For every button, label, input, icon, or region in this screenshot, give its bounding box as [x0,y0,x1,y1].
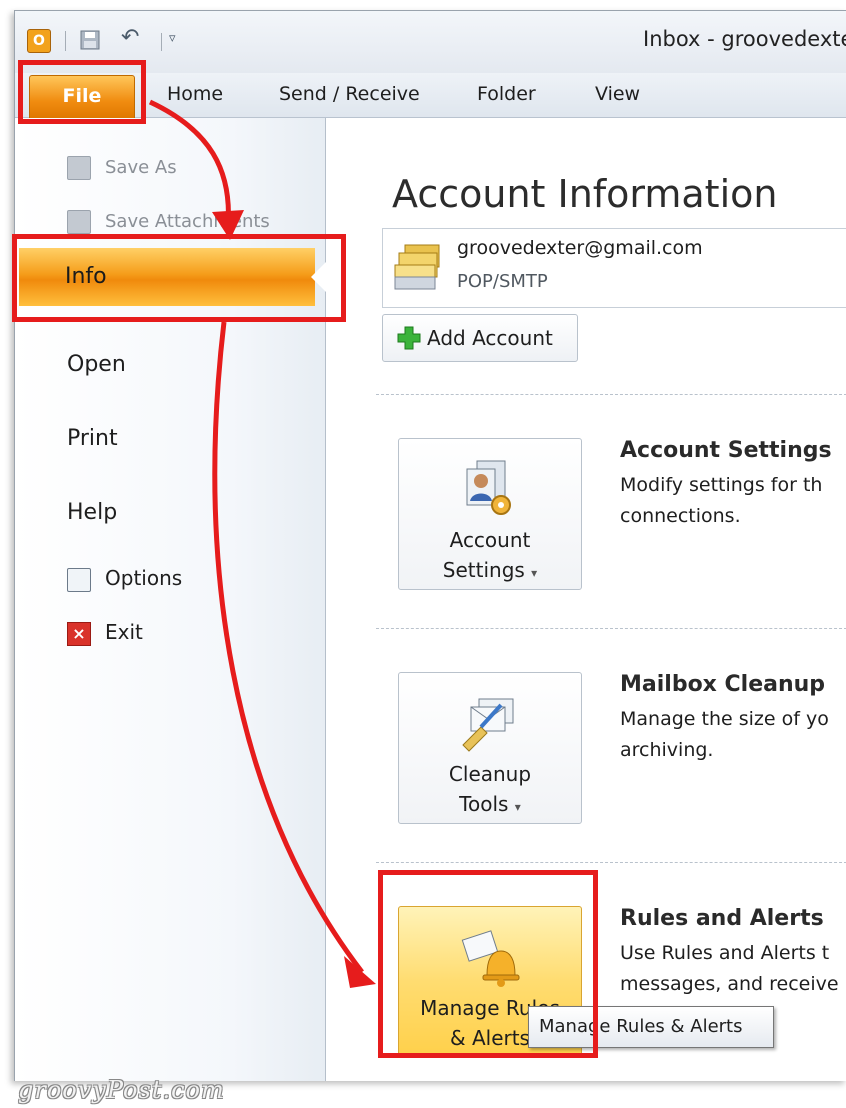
save-as-item[interactable]: Save As [67,156,177,180]
tab-home[interactable]: Home [167,83,223,105]
mailbox-cleanup-desc-1: Manage the size of yo [620,708,829,730]
mailbox-cleanup-title: Mailbox Cleanup [620,672,826,697]
rules-alerts-desc-1: Use Rules and Alerts t [620,942,830,964]
account-settings-button-label: Account Settings ▾ [442,528,538,582]
nav-options[interactable]: Options [67,566,182,592]
section-divider [376,862,846,863]
window-title: Inbox - groovedexter@gmail [643,27,846,51]
mailbox-cleanup-desc-2: archiving. [620,739,714,761]
cleanup-broom-icon [462,698,514,752]
watermark: groovyPost.com [18,1076,225,1104]
plus-icon [397,326,421,350]
rules-alerts-title: Rules and Alerts [620,906,824,931]
section-divider [376,628,846,629]
nav-info[interactable]: Info [19,248,315,306]
nav-print[interactable]: Print [67,426,118,451]
account-selector[interactable]: groovedexter@gmail.com POP/SMTP [382,228,846,308]
save-attachments-item[interactable]: Save Attachments [67,210,270,234]
title-bar: O ↶ ▿ Inbox - groovedexter@gmail [15,11,846,73]
cleanup-tools-button[interactable]: Cleanup Tools ▾ [398,672,582,824]
section-divider [376,394,846,395]
tab-view[interactable]: View [595,83,640,105]
account-settings-desc-1: Modify settings for th [620,474,823,496]
account-email: groovedexter@gmail.com [457,237,703,259]
rules-alerts-desc-2: messages, and receive [620,973,839,995]
cleanup-tools-button-label: Cleanup Tools ▾ [448,762,532,816]
outlook-app-icon[interactable]: O [27,29,51,53]
qat-separator [161,33,162,51]
account-folder-icon [394,244,440,290]
tab-file[interactable]: File [29,75,135,119]
save-as-icon [67,156,91,180]
save-as-label: Save As [105,157,177,178]
exit-icon: × [67,621,91,646]
options-label: Options [105,566,183,590]
selected-pointer [311,261,327,293]
options-icon [67,567,91,592]
save-attachments-icon [67,210,91,234]
manage-rules-tooltip: Manage Rules & Alerts [528,1006,774,1048]
rules-bell-icon [461,930,520,987]
account-settings-icon [466,460,511,515]
tab-folder[interactable]: Folder [477,83,536,105]
info-content: Account Information groovedexter@gmail.c… [326,118,846,1081]
ribbon-tab-bar: Home Send / Receive Folder View [15,73,846,118]
customize-qat-icon[interactable]: ▿ [169,31,176,46]
save-attachments-label: Save Attachments [105,211,270,232]
account-settings-title: Account Settings [620,438,832,463]
nav-open[interactable]: Open [67,352,126,377]
account-settings-desc-2: connections. [620,505,741,527]
undo-icon[interactable]: ↶ [121,25,139,50]
account-type: POP/SMTP [457,271,548,292]
account-settings-button[interactable]: Account Settings ▾ [398,438,582,590]
outlook-window: O ↶ ▿ Inbox - groovedexter@gmail Home Se… [14,10,846,1081]
exit-label: Exit [105,620,143,644]
add-account-label: Add Account [427,326,553,350]
page-title: Account Information [392,172,778,216]
backstage-nav: Save As Save Attachments Info Open Print… [15,118,327,1081]
save-icon[interactable] [79,29,101,51]
nav-help[interactable]: Help [67,500,117,525]
nav-exit[interactable]: × Exit [67,620,143,646]
add-account-button[interactable]: Add Account [382,314,578,362]
qat-separator [65,31,66,51]
tab-send-receive[interactable]: Send / Receive [279,83,420,105]
